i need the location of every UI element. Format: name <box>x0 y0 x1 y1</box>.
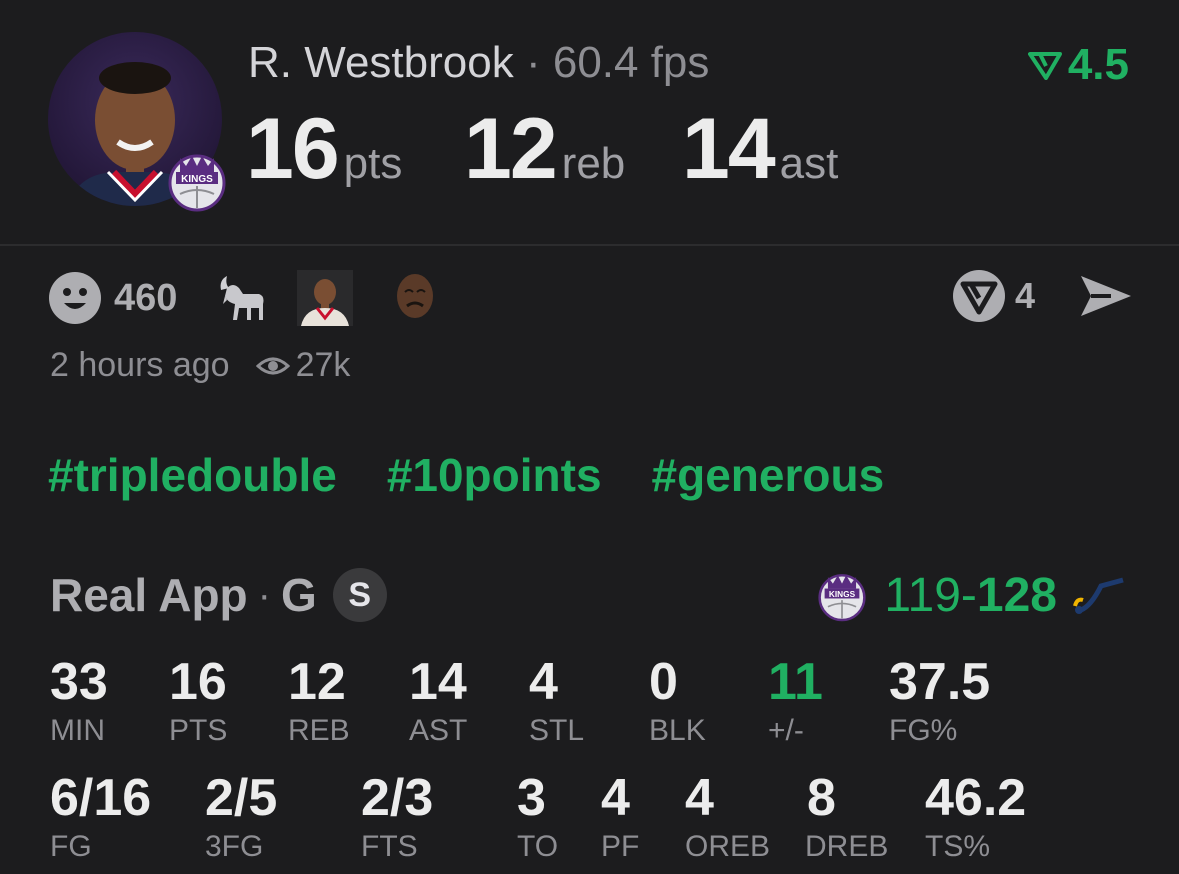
svg-text:KINGS: KINGS <box>181 174 213 185</box>
game-score[interactable]: KINGS 119-128 <box>818 568 1127 623</box>
header-divider <box>0 244 1179 246</box>
kings-logo-icon: KINGS <box>818 573 866 621</box>
stat-fg-pct: 37.5 FG% <box>889 656 990 746</box>
smiley-icon[interactable] <box>48 271 102 325</box>
player-name[interactable]: R. Westbrook <box>248 38 514 87</box>
stat-label: FG% <box>889 714 958 747</box>
stat-label: PTS <box>169 714 228 747</box>
hashtag-generous[interactable]: #generous <box>652 448 885 502</box>
source-separator: · <box>257 572 271 617</box>
stat-min: 33 MIN <box>50 656 108 746</box>
stat-pf: 4 PF <box>601 772 639 862</box>
headline-points-unit: pts <box>343 139 403 188</box>
source-app: Real App <box>50 569 248 621</box>
stat-value: 46.2 <box>925 769 1027 827</box>
stat-plus-minus: 11 +/- <box>768 656 823 746</box>
stat-label: PF <box>601 830 640 863</box>
stat-value: 4 <box>529 653 558 711</box>
stat-label: FG <box>50 830 92 863</box>
post-time: 2 hours ago <box>50 346 230 384</box>
stat-label: BLK <box>649 714 706 747</box>
headline-assists: 14 ast <box>682 100 838 199</box>
rating[interactable]: 4.5 <box>1027 40 1129 90</box>
rating-value: 4.5 <box>1067 40 1129 89</box>
stat-value: 16 <box>169 653 227 711</box>
stat-dreb: 8 DREB <box>805 772 888 862</box>
fps-score: 60.4 fps <box>552 38 710 87</box>
headline-rebounds: 12 reb <box>464 100 625 199</box>
stat-value: 37.5 <box>889 653 991 711</box>
stat-value: 14 <box>409 653 467 711</box>
stat-pts: 16 PTS <box>169 656 227 746</box>
stat-label: REB <box>288 714 350 747</box>
stat-blk: 0 BLK <box>649 656 706 746</box>
reactions-row: 460 <box>48 270 443 326</box>
stat-label: DREB <box>805 830 889 863</box>
hashtag-tripledouble[interactable]: #tripledouble <box>48 448 337 502</box>
stat-value: 2/5 <box>205 769 278 827</box>
stat-value: 11 <box>768 653 823 711</box>
stat-value: 8 <box>807 769 836 827</box>
reaction-count: 460 <box>114 276 178 319</box>
headline-points: 16 pts <box>246 100 402 199</box>
stat-fg: 6/16 FG <box>50 772 151 862</box>
goat-icon[interactable] <box>213 270 269 326</box>
stat-label: TO <box>517 830 559 863</box>
view-count: 27k <box>295 346 351 384</box>
crying-face-icon[interactable] <box>387 270 443 326</box>
stat-value: 12 <box>288 653 346 711</box>
stat-value: 2/3 <box>361 769 434 827</box>
stat-label: FTS <box>361 830 418 863</box>
stat-label: AST <box>409 714 468 747</box>
vote-arrow-icon <box>1027 52 1062 80</box>
stat-3fg: 2/5 3FG <box>205 772 277 862</box>
kings-logo-icon: KINGS <box>168 150 226 212</box>
team-score: 119 <box>884 569 961 622</box>
hashtag-10points[interactable]: #10points <box>387 448 602 502</box>
game-source: Real App · G S <box>50 568 387 622</box>
stat-ast: 14 AST <box>409 656 467 746</box>
eye-icon <box>255 357 290 374</box>
headline-rebounds-unit: reb <box>561 139 626 188</box>
player-position: G <box>280 569 317 621</box>
headline-assists-unit: ast <box>779 139 839 188</box>
stat-value: 33 <box>50 653 108 711</box>
score-dash: - <box>960 569 977 622</box>
stat-label: OREB <box>685 830 771 863</box>
stat-oreb: 4 OREB <box>685 772 770 862</box>
starter-badge: S <box>332 568 387 622</box>
stat-label: +/- <box>768 714 804 747</box>
stat-value: 4 <box>685 769 714 827</box>
stat-value: 6/16 <box>50 769 152 827</box>
stat-fts: 2/3 FTS <box>361 772 433 862</box>
stat-to: 3 TO <box>517 772 558 862</box>
player-face-icon[interactable] <box>297 270 354 326</box>
share-icon[interactable] <box>1077 270 1133 322</box>
post-meta: 2 hours ago 27k <box>50 346 350 385</box>
stat-label: MIN <box>50 714 105 747</box>
stat-label: STL <box>529 714 585 747</box>
player-name-line: R. Westbrook · 60.4 fps <box>248 38 709 88</box>
right-actions: 4 <box>951 268 1133 324</box>
stat-value: 0 <box>649 653 678 711</box>
stat-ts-pct: 46.2 TS% <box>925 772 1026 862</box>
stat-stl: 4 STL <box>529 656 584 746</box>
stat-label: TS% <box>925 830 991 863</box>
stat-reb: 12 REB <box>288 656 350 746</box>
headline-points-value: 16 <box>246 101 340 197</box>
opponent-score: 128 <box>976 569 1057 622</box>
comment-icon[interactable] <box>951 268 1007 324</box>
jazz-logo-icon <box>1073 577 1124 614</box>
stat-value: 4 <box>601 769 630 827</box>
stat-label: 3FG <box>205 830 264 863</box>
name-separator: · <box>525 38 541 87</box>
comment-count: 4 <box>1014 275 1035 316</box>
stat-value: 3 <box>517 769 546 827</box>
headline-rebounds-value: 12 <box>464 101 558 197</box>
svg-text:KINGS: KINGS <box>829 589 856 598</box>
hashtags: #tripledouble #10points #generous <box>48 448 884 502</box>
headline-assists-value: 14 <box>682 101 776 197</box>
